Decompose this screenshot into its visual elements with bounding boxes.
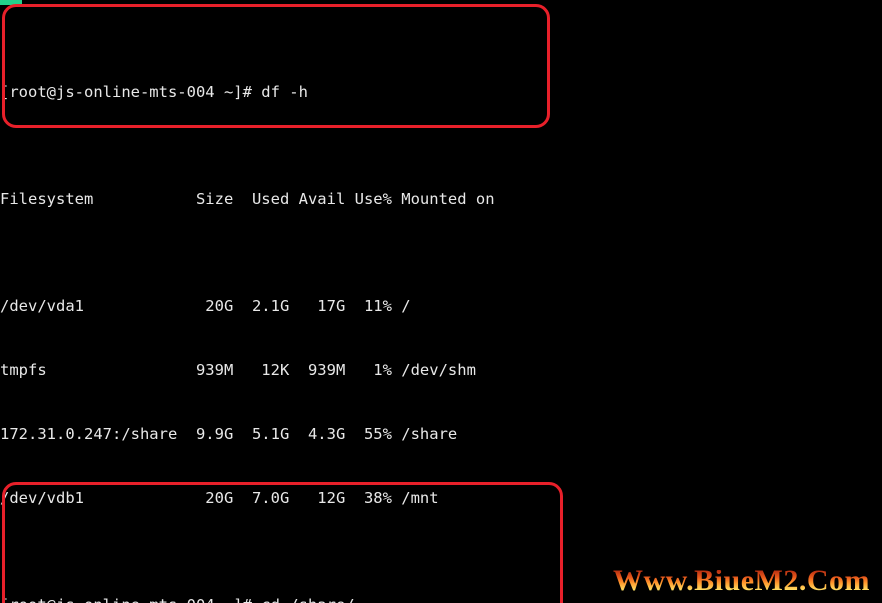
df-row-text: /dev/vdb1 20G 7.0G 12G 38% /mnt xyxy=(0,489,439,508)
df-row: /dev/vda1 20G 2.1G 17G 11% / xyxy=(0,296,882,317)
df-row-text: 172.31.0.247:/share 9.9G 5.1G 4.3G 55% /… xyxy=(0,425,458,444)
command-cd-share: cd /share/ xyxy=(261,596,354,603)
terminal-line: [root@js-online-mts-004 ~]# df -h xyxy=(0,82,882,103)
terminal-screen: [root@js-online-mts-004 ~]# df -h Filesy… xyxy=(0,0,882,603)
watermark: Www.BiueM2.Com xyxy=(613,563,870,597)
terminal-window[interactable]: [root@js-online-mts-004 ~]# df -h Filesy… xyxy=(0,0,882,603)
df-row-text: tmpfs 939M 12K 939M 1% /dev/shm xyxy=(0,360,476,379)
df-row: tmpfs 939M 12K 939M 1% /dev/shm xyxy=(0,360,882,381)
df-row: /dev/vdb1 20G 7.0G 12G 38% /mnt xyxy=(0,488,882,509)
df-row: 172.31.0.247:/share 9.9G 5.1G 4.3G 55% /… xyxy=(0,424,882,445)
df-row-text: /dev/vda1 20G 2.1G 17G 11% / xyxy=(0,296,411,315)
command-df: df -h xyxy=(261,82,308,101)
prompt: [root@js-online-mts-004 ~]# xyxy=(0,82,262,101)
df-header-text: Filesystem Size Used Avail Use% Mounted … xyxy=(0,189,495,208)
df-header-row: Filesystem Size Used Avail Use% Mounted … xyxy=(0,189,882,210)
prompt: [root@js-online-mts-004 ~]# xyxy=(0,596,261,603)
